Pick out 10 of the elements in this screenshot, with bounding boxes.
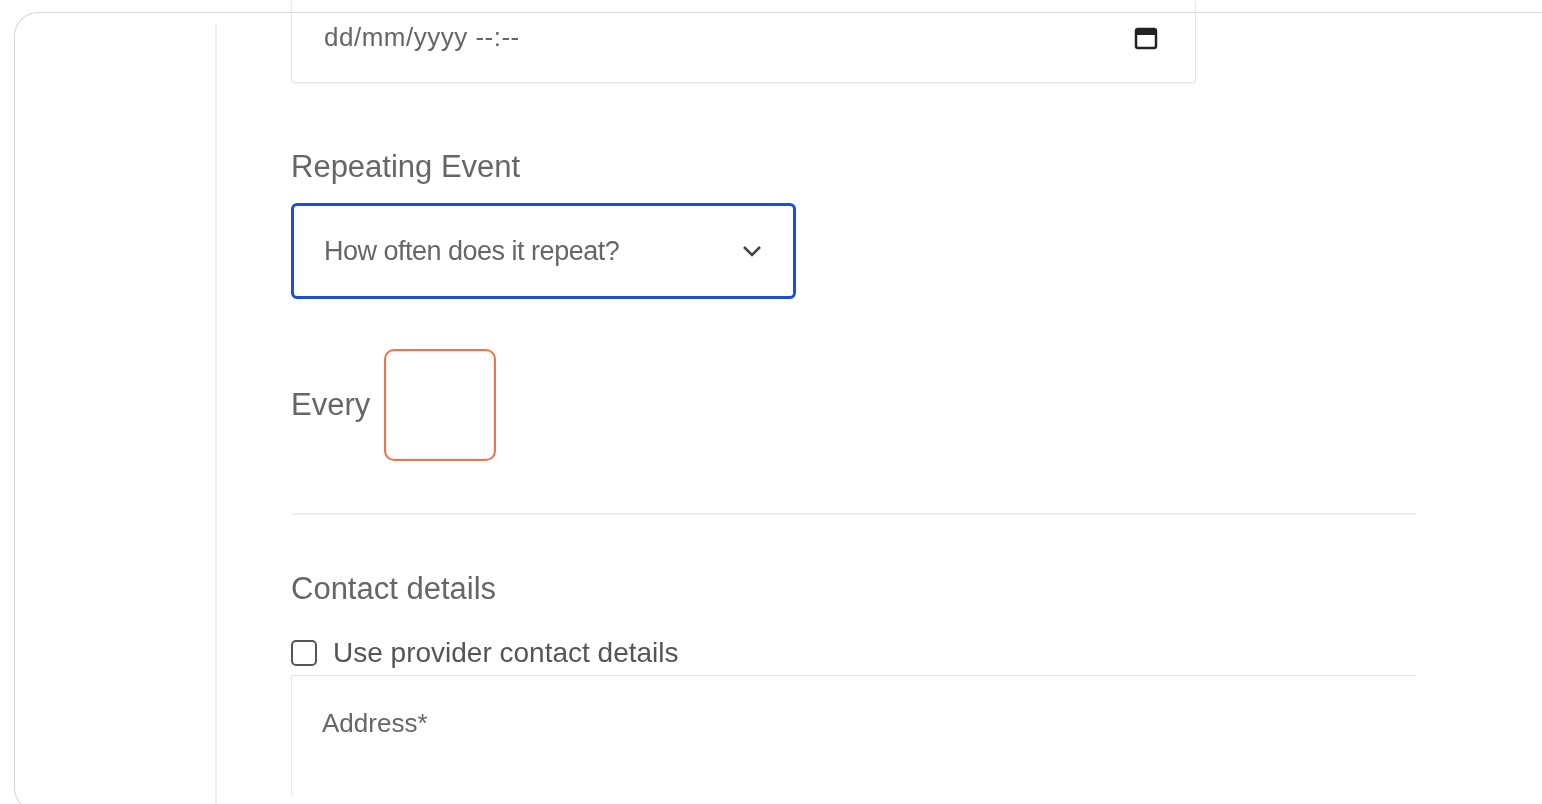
checkbox-label: Use provider contact details [333, 637, 679, 669]
number-field[interactable] [384, 349, 497, 461]
field-label: Every [291, 387, 371, 423]
address-field[interactable]: Address* [291, 675, 1416, 795]
section-heading: Contact details [291, 571, 497, 607]
chevron-down-icon [741, 244, 763, 258]
repeat-select[interactable]: How often does it repeat? [291, 203, 796, 299]
field-label: Repeating Event [291, 149, 521, 185]
date-time-field[interactable]: dd/mm/yyyy --:-- [291, 1, 1196, 83]
checkbox[interactable] [291, 640, 317, 666]
